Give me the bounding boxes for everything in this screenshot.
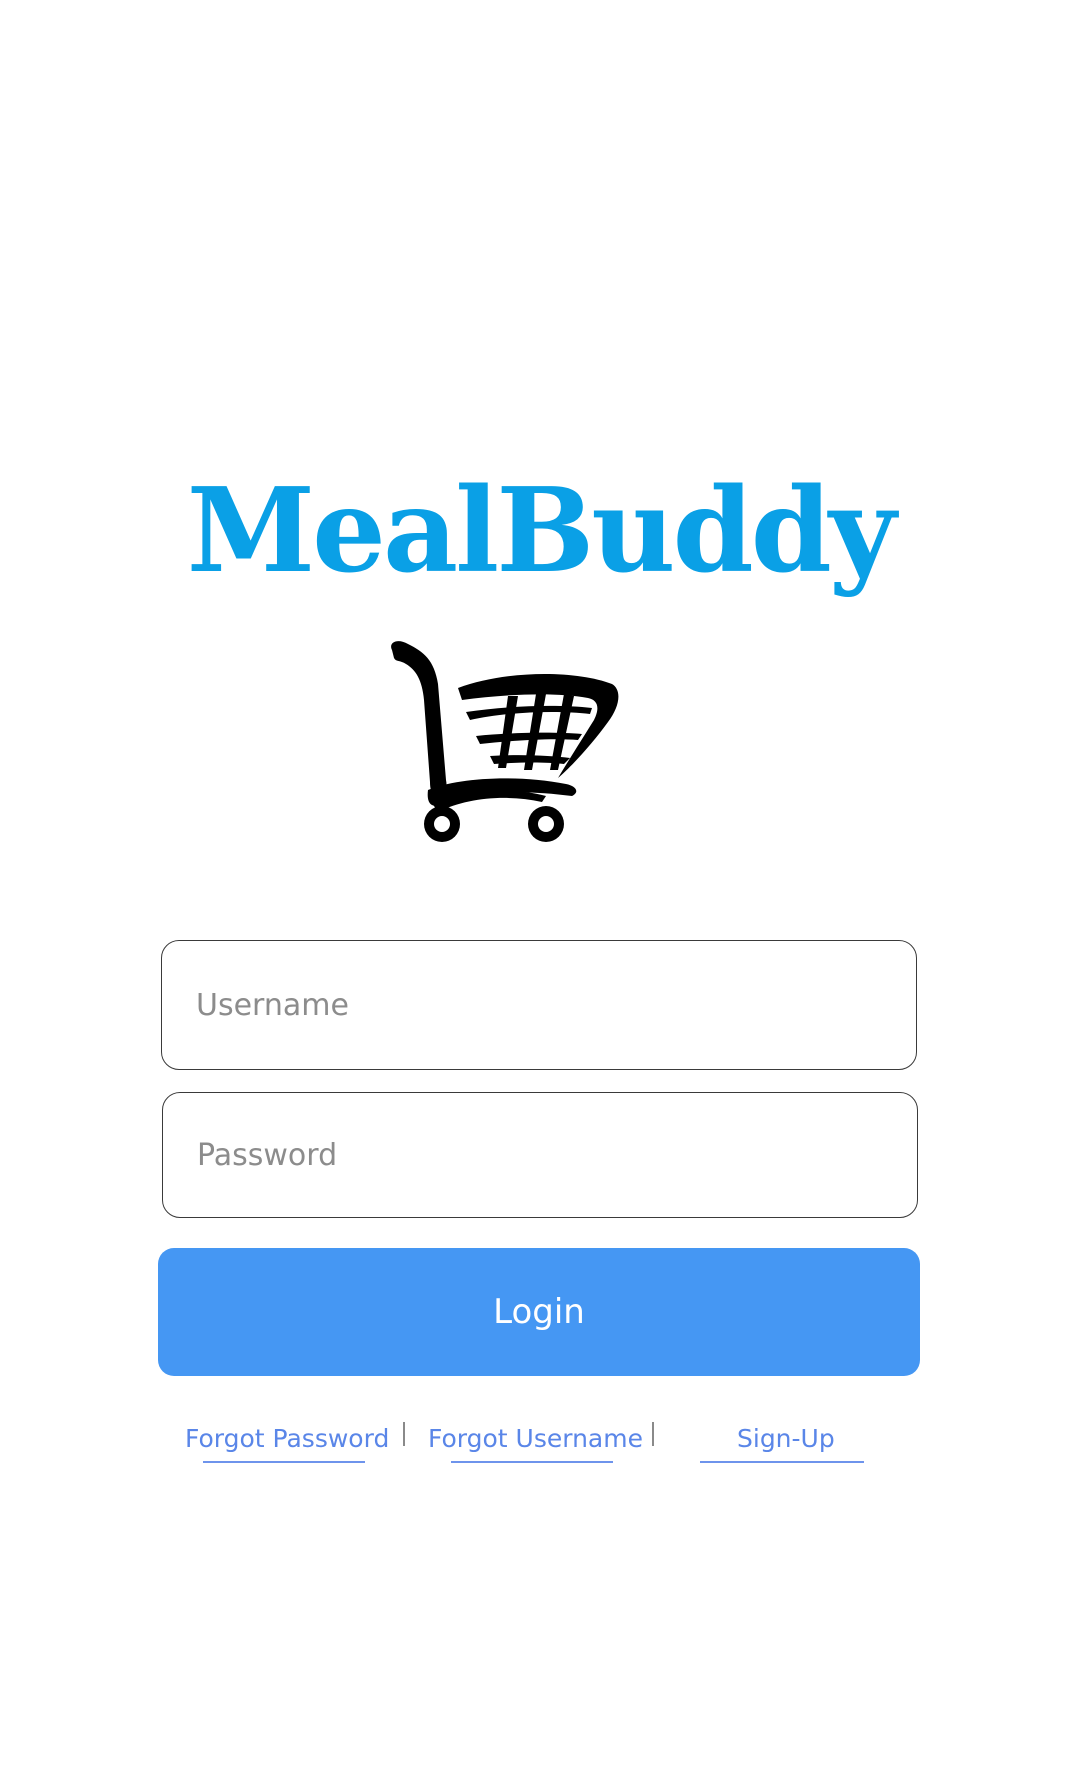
app-title: MealBuddy — [186, 463, 896, 599]
username-field[interactable] — [161, 940, 917, 1070]
username-input[interactable] — [162, 941, 916, 1069]
sign-up-link[interactable]: Sign-Up — [737, 1424, 835, 1453]
shopping-cart-icon — [391, 641, 619, 842]
forgot-username-link[interactable]: Forgot Username — [428, 1424, 643, 1453]
password-input[interactable] — [163, 1093, 917, 1217]
sign-up-underline — [700, 1461, 864, 1463]
link-separator — [403, 1422, 405, 1446]
password-field[interactable] — [162, 1092, 918, 1218]
forgot-password-link[interactable]: Forgot Password — [185, 1424, 389, 1453]
forgot-username-underline — [451, 1461, 613, 1463]
link-separator — [652, 1422, 654, 1446]
forgot-password-underline — [203, 1461, 365, 1463]
login-button[interactable]: Login — [158, 1248, 920, 1376]
